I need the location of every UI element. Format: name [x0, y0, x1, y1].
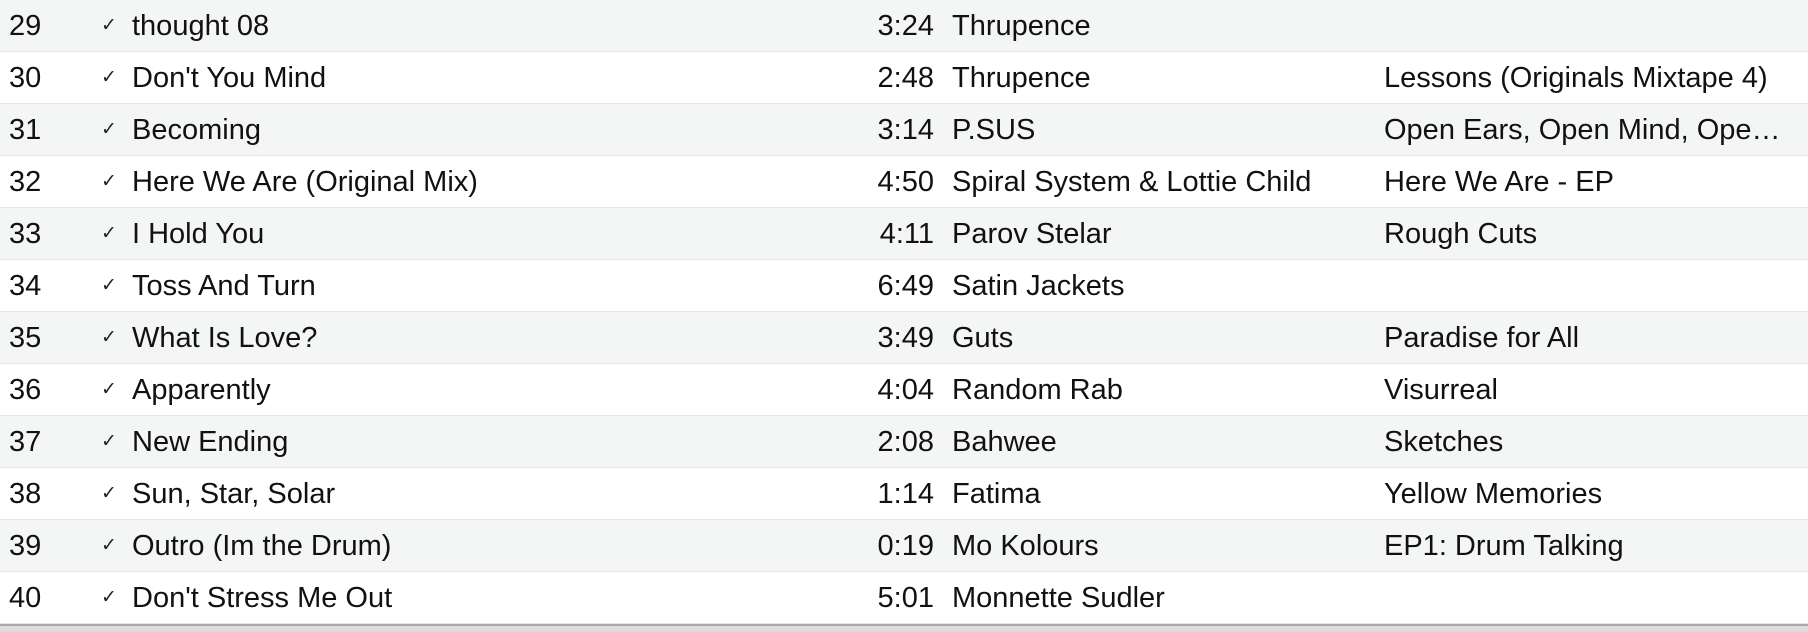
track-artist: Thrupence: [952, 10, 1091, 42]
track-album: Yellow Memories: [1384, 478, 1603, 510]
track-number: 31: [9, 114, 42, 146]
track-number: 32: [9, 166, 42, 198]
table-row[interactable]: 32 ✓ Here We Are (Original Mix) 4:50 Spi…: [0, 156, 1808, 208]
checkbox-checked-icon[interactable]: ✓: [98, 572, 120, 624]
track-album: [1384, 260, 1800, 312]
track-title: Here We Are (Original Mix): [132, 166, 478, 198]
track-artist: Guts: [952, 322, 1014, 354]
track-number: 35: [9, 322, 42, 354]
track-artist: Bahwee: [952, 426, 1057, 458]
table-row[interactable]: 30 ✓ Don't You Mind 2:48 Thrupence Lesso…: [0, 52, 1808, 104]
track-album: Rough Cuts: [1384, 218, 1538, 250]
checkbox-checked-icon[interactable]: ✓: [98, 52, 120, 104]
table-row[interactable]: 38 ✓ Sun, Star, Solar 1:14 Fatima Yellow…: [0, 468, 1808, 520]
track-number: 38: [9, 478, 42, 510]
checkbox-checked-icon[interactable]: ✓: [98, 364, 120, 416]
track-title: Don't You Mind: [132, 62, 327, 94]
track-title: Outro (Im the Drum): [132, 530, 392, 562]
checkbox-checked-icon[interactable]: ✓: [98, 0, 120, 52]
track-album: Sketches: [1384, 426, 1504, 458]
track-time: 4:11: [879, 218, 934, 250]
table-row[interactable]: 37 ✓ New Ending 2:08 Bahwee Sketches: [0, 416, 1808, 468]
track-artist: Fatima: [952, 478, 1041, 510]
track-title: Apparently: [132, 374, 271, 406]
track-number: 36: [9, 374, 42, 406]
table-row[interactable]: 36 ✓ Apparently 4:04 Random Rab Visurrea…: [0, 364, 1808, 416]
track-time: 0:19: [877, 530, 934, 562]
track-artist: Monnette Sudler: [952, 582, 1165, 614]
track-title: Don't Stress Me Out: [132, 582, 393, 614]
table-row[interactable]: 40 ✓ Don't Stress Me Out 5:01 Monnette S…: [0, 572, 1808, 624]
checkbox-checked-icon[interactable]: ✓: [98, 520, 120, 572]
track-album: Here We Are - EP: [1384, 166, 1614, 198]
track-album: [1384, 572, 1800, 624]
track-album: Visurreal: [1384, 374, 1498, 406]
checkbox-checked-icon[interactable]: ✓: [98, 208, 120, 260]
track-number: 30: [9, 62, 42, 94]
table-row[interactable]: 29 ✓ thought 08 3:24 Thrupence: [0, 0, 1808, 52]
track-album: Lessons (Originals Mixtape 4): [1384, 62, 1768, 94]
track-artist: Parov Stelar: [952, 218, 1112, 250]
checkbox-checked-icon[interactable]: ✓: [98, 312, 120, 364]
track-album: [1384, 0, 1800, 52]
track-number: 40: [9, 582, 42, 614]
track-artist: Thrupence: [952, 62, 1091, 94]
table-row[interactable]: 34 ✓ Toss And Turn 6:49 Satin Jackets: [0, 260, 1808, 312]
track-time: 4:04: [877, 374, 934, 406]
track-title: New Ending: [132, 426, 289, 458]
track-list[interactable]: 29 ✓ thought 08 3:24 Thrupence 30 ✓ Don'…: [0, 0, 1808, 624]
track-artist: Random Rab: [952, 374, 1123, 406]
track-artist: Spiral System & Lottie Child: [952, 166, 1312, 198]
track-album: EP1: Drum Talking: [1384, 530, 1624, 562]
track-time: 2:08: [877, 426, 934, 458]
track-title: thought 08: [132, 10, 270, 42]
track-album: Open Ears, Open Mind, Ope…: [1384, 114, 1781, 146]
track-time: 6:49: [877, 270, 934, 302]
track-time: 1:14: [877, 478, 934, 510]
list-bottom-edge: [0, 624, 1808, 632]
checkbox-checked-icon[interactable]: ✓: [98, 104, 120, 156]
checkbox-checked-icon[interactable]: ✓: [98, 156, 120, 208]
track-number: 39: [9, 530, 42, 562]
track-artist: Mo Kolours: [952, 530, 1099, 562]
track-artist: Satin Jackets: [952, 270, 1125, 302]
table-row[interactable]: 31 ✓ Becoming 3:14 P.SUS Open Ears, Open…: [0, 104, 1808, 156]
track-time: 3:24: [877, 10, 934, 42]
checkbox-checked-icon[interactable]: ✓: [98, 416, 120, 468]
track-title: What Is Love?: [132, 322, 318, 354]
track-number: 37: [9, 426, 42, 458]
track-time: 4:50: [877, 166, 934, 198]
table-row[interactable]: 33 ✓ I Hold You 4:11 Parov Stelar Rough …: [0, 208, 1808, 260]
track-title: Becoming: [132, 114, 261, 146]
track-time: 2:48: [877, 62, 934, 94]
track-title: I Hold You: [132, 218, 265, 250]
track-time: 5:01: [877, 582, 934, 614]
track-artist: P.SUS: [952, 114, 1036, 146]
track-number: 29: [9, 10, 42, 42]
track-title: Toss And Turn: [132, 270, 316, 302]
track-number: 34: [9, 270, 42, 302]
track-number: 33: [9, 218, 42, 250]
table-row[interactable]: 39 ✓ Outro (Im the Drum) 0:19 Mo Kolours…: [0, 520, 1808, 572]
checkbox-checked-icon[interactable]: ✓: [98, 468, 120, 520]
checkbox-checked-icon[interactable]: ✓: [98, 260, 120, 312]
track-time: 3:49: [877, 322, 934, 354]
track-time: 3:14: [877, 114, 934, 146]
table-row[interactable]: 35 ✓ What Is Love? 3:49 Guts Paradise fo…: [0, 312, 1808, 364]
track-album: Paradise for All: [1384, 322, 1580, 354]
track-title: Sun, Star, Solar: [132, 478, 336, 510]
